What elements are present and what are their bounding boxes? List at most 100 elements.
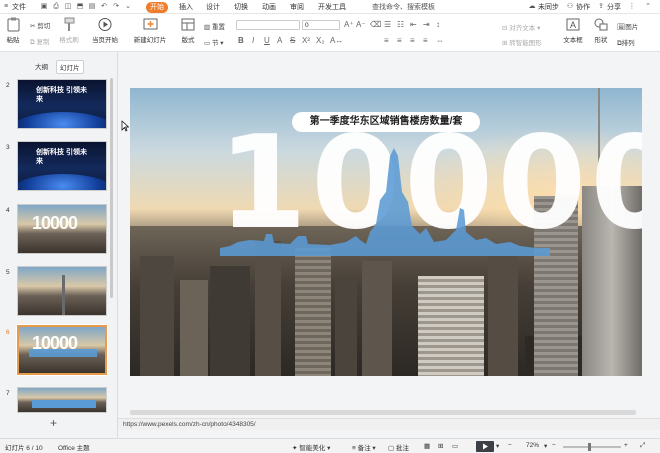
fit-window-icon[interactable]: ⤢ [640, 442, 645, 450]
new-slide-button[interactable]: 新建幻灯片 [132, 17, 168, 44]
thumb-number: 7 [6, 390, 10, 397]
notes-toggle[interactable]: ≡ 备注 ▾ [352, 442, 376, 452]
slideshow-button[interactable] [476, 441, 494, 452]
file-menu[interactable]: 文件 [12, 2, 26, 13]
start-from-current-button[interactable]: 当页开始 [90, 17, 120, 44]
slide-thumbnail-current[interactable]: 10000 [16, 324, 108, 376]
grow-font-icon[interactable]: A⁺ [344, 20, 354, 30]
font-family-select[interactable] [236, 20, 300, 30]
theme-name[interactable]: Office 主题 [58, 442, 90, 452]
zoom-in-button[interactable]: + [624, 442, 628, 449]
reset-icon: ▥ [204, 24, 211, 31]
cut-icon: ✂ [30, 23, 36, 30]
print-icon[interactable]: ⎙ [52, 3, 60, 11]
line-spacing-icon[interactable]: ↕ [436, 20, 440, 30]
comments-toggle[interactable]: ▢ 批注 [388, 442, 409, 452]
more-icon[interactable]: ⋮ [628, 3, 636, 11]
slide-canvas[interactable]: 10000 第一季度华东区域销售楼房数量/套 [130, 88, 642, 376]
superscript-icon[interactable]: X² [302, 36, 310, 46]
font-size-select[interactable]: 0 [302, 20, 340, 30]
add-slide-button[interactable]: + [50, 416, 57, 430]
new-slide-label: 新建幻灯片 [133, 37, 167, 44]
open-icon[interactable]: ▤ [88, 3, 96, 11]
align-right-icon[interactable]: ≡ [410, 36, 415, 46]
slide-thumbnail[interactable]: 创新科技 引领未来 [17, 79, 107, 129]
zoom-slider[interactable] [563, 446, 621, 448]
notes-pane[interactable]: https://www.pexels.com/zh-cn/photo/43483… [118, 418, 660, 430]
tab-design[interactable]: 设计 [206, 2, 220, 13]
justify-icon[interactable]: ≡ [423, 36, 428, 46]
zoom-level[interactable]: 72% [526, 442, 539, 449]
tab-insert[interactable]: 插入 [179, 2, 193, 13]
tab-developer[interactable]: 开发工具 [318, 2, 346, 13]
font-color-icon[interactable]: A [277, 36, 282, 46]
align-center-icon[interactable]: ≡ [397, 36, 402, 46]
increase-indent-icon[interactable]: ⇥ [423, 20, 430, 30]
canvas-horizontal-scrollbar[interactable] [130, 410, 636, 415]
save-icon[interactable]: ▣ [40, 3, 48, 11]
bold-icon[interactable]: B [238, 36, 244, 46]
tab-home[interactable]: 开始 [146, 2, 168, 13]
align-left-icon[interactable]: ≡ [384, 36, 389, 46]
sorter-view-icon[interactable]: ⊞ [438, 442, 443, 450]
italic-icon[interactable]: I [252, 36, 254, 46]
tab-slides[interactable]: 幻灯片 [56, 60, 84, 74]
bullets-icon[interactable]: ☰ [384, 20, 391, 30]
arrange-button[interactable]: ⧉排列 [617, 37, 635, 48]
decrease-indent-icon[interactable]: ⇤ [410, 20, 417, 30]
print-preview-icon[interactable]: ◫ [64, 3, 72, 11]
redo-icon[interactable]: ↷ [112, 3, 120, 11]
tab-animation[interactable]: 动画 [262, 2, 276, 13]
picture-button[interactable]: 🖼图片 [617, 21, 638, 31]
reading-view-icon[interactable]: ▭ [452, 442, 458, 450]
tab-review[interactable]: 审阅 [290, 2, 304, 13]
collapse-ribbon-icon[interactable]: ⌃ [644, 3, 652, 11]
cut-button[interactable]: ✂ 剪切 [30, 20, 50, 30]
command-search[interactable]: 查找命令、搜索模板 [372, 2, 435, 13]
collab-button[interactable]: 协作 [576, 2, 590, 13]
undo-icon[interactable]: ↶ [100, 3, 108, 11]
textbox-button[interactable]: A 文本框 [561, 17, 585, 44]
slide-thumbnail[interactable]: 创新科技 引领未来 [17, 141, 107, 191]
convert-smartart-button[interactable]: ⊞ 转智能图形 [502, 37, 542, 47]
char-spacing-icon[interactable]: A↔ [330, 36, 343, 46]
slide-thumbnail[interactable]: 10000 [17, 204, 107, 254]
building [362, 261, 392, 376]
shrink-font-icon[interactable]: A⁻ [356, 20, 366, 30]
skyline-shape[interactable] [220, 148, 550, 256]
layout-button[interactable]: 版式 [177, 17, 199, 44]
font-size-value: 0 [305, 22, 309, 29]
clear-format-icon[interactable]: ⌫ [370, 20, 381, 30]
paste-button[interactable]: 粘贴 [4, 17, 22, 44]
menu-icon[interactable]: ≡ [2, 3, 10, 11]
reset-button[interactable]: ▥ 重置 [204, 21, 225, 31]
slideshow-menu-icon[interactable]: ▾ [496, 442, 499, 450]
shape-label: 形状 [594, 37, 608, 44]
distribute-icon[interactable]: ⇔ [436, 36, 444, 46]
slide-thumbnail[interactable] [17, 266, 107, 316]
align-text-button[interactable]: ⊟ 对齐文本 ▾ [502, 22, 540, 32]
zoom-out-icon[interactable]: − [508, 442, 512, 449]
zoom-slider-thumb[interactable] [588, 443, 591, 451]
tab-transition[interactable]: 切换 [234, 2, 248, 13]
zoom-out-button[interactable]: − [552, 442, 556, 449]
share-button[interactable]: 分享 [607, 2, 621, 13]
slide-thumbnail[interactable] [17, 387, 107, 413]
subscript-icon[interactable]: X₂ [316, 36, 324, 46]
panel-scrollbar[interactable] [110, 78, 113, 298]
smart-beautify-button[interactable]: ✦ 智能美化 ▾ [292, 442, 330, 452]
normal-view-icon[interactable]: ▦ [424, 442, 430, 450]
copy-button[interactable]: ⧉ 复制 [30, 36, 49, 47]
shape-button[interactable]: 形状 [591, 17, 611, 44]
underline-icon[interactable]: U [264, 36, 270, 46]
tab-outline[interactable]: 大纲 [32, 60, 51, 72]
slide-title[interactable]: 第一季度华东区域销售楼房数量/套 [292, 112, 480, 132]
zoom-menu-icon[interactable]: ▾ [544, 442, 547, 450]
export-icon[interactable]: ⬒ [76, 3, 84, 11]
format-painter-button[interactable]: 格式刷 [58, 17, 80, 44]
strikethrough-icon[interactable]: S [290, 36, 295, 46]
customize-icon[interactable]: ⌄ [124, 3, 132, 11]
section-button[interactable]: ▭ 节 ▾ [204, 37, 224, 47]
numbering-icon[interactable]: ☷ [397, 20, 404, 30]
sync-status[interactable]: 未同步 [538, 2, 559, 13]
